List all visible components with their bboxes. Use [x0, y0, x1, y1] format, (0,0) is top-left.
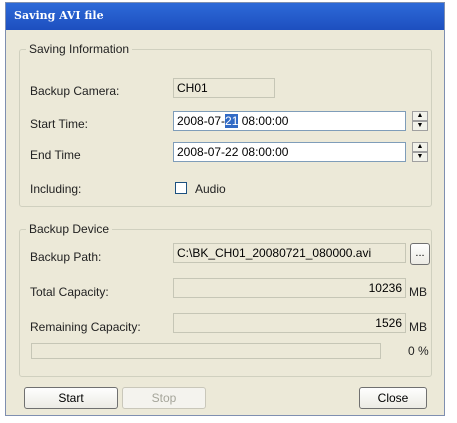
end-time-spinner[interactable]: ▲ ▼ — [412, 142, 428, 162]
backup-device-legend: Backup Device — [26, 222, 113, 236]
stop-button[interactable]: Stop — [122, 387, 206, 409]
start-time-label: Start Time: — [30, 117, 89, 131]
remaining-capacity-label: Remaining Capacity: — [30, 320, 141, 334]
saving-information-legend: Saving Information — [26, 42, 133, 56]
audio-checkbox[interactable] — [175, 182, 187, 194]
total-capacity-field: 10236 — [173, 278, 406, 298]
backup-camera-field: CH01 — [173, 78, 275, 98]
remaining-capacity-field: 1526 — [173, 313, 406, 333]
end-time-label: End Time — [30, 148, 81, 162]
including-label: Including: — [30, 182, 82, 196]
close-button[interactable]: Close — [359, 387, 427, 409]
spin-up-icon[interactable]: ▲ — [412, 111, 428, 121]
backup-camera-label: Backup Camera: — [30, 84, 120, 98]
backup-device-group: Backup Device Backup Path: C:\BK_CH01_20… — [19, 222, 432, 377]
backup-progress-bar — [31, 343, 381, 359]
total-capacity-label: Total Capacity: — [30, 285, 109, 299]
spin-up-icon[interactable]: ▲ — [412, 142, 428, 152]
remaining-capacity-unit: MB — [409, 320, 427, 334]
window-title: Saving AVI file — [14, 9, 104, 22]
start-time-selected-day: 21 — [225, 114, 239, 128]
spin-down-icon[interactable]: ▼ — [412, 152, 428, 162]
backup-path-field: C:\BK_CH01_20080721_080000.avi — [173, 243, 406, 263]
saving-information-group: Saving Information Backup Camera: CH01 S… — [19, 42, 432, 207]
total-capacity-unit: MB — [409, 285, 427, 299]
browse-button[interactable]: ... — [410, 243, 430, 265]
saving-avi-dialog: Saving AVI file Saving Information Backu… — [5, 2, 445, 416]
title-bar[interactable]: Saving AVI file — [6, 3, 444, 30]
start-time-spinner[interactable]: ▲ ▼ — [412, 111, 428, 131]
start-time-time-part: 08:00:00 — [238, 114, 289, 128]
end-time-field[interactable]: 2008-07-22 08:00:00 — [173, 142, 406, 162]
audio-label[interactable]: Audio — [195, 182, 226, 196]
start-button[interactable]: Start — [24, 387, 118, 409]
spin-down-icon[interactable]: ▼ — [412, 121, 428, 131]
backup-path-label: Backup Path: — [30, 250, 102, 264]
start-time-field[interactable]: 2008-07-21 08:00:00 — [173, 111, 406, 131]
start-time-date-part: 2008-07- — [177, 114, 226, 128]
progress-percent-text: 0 % — [408, 344, 429, 358]
